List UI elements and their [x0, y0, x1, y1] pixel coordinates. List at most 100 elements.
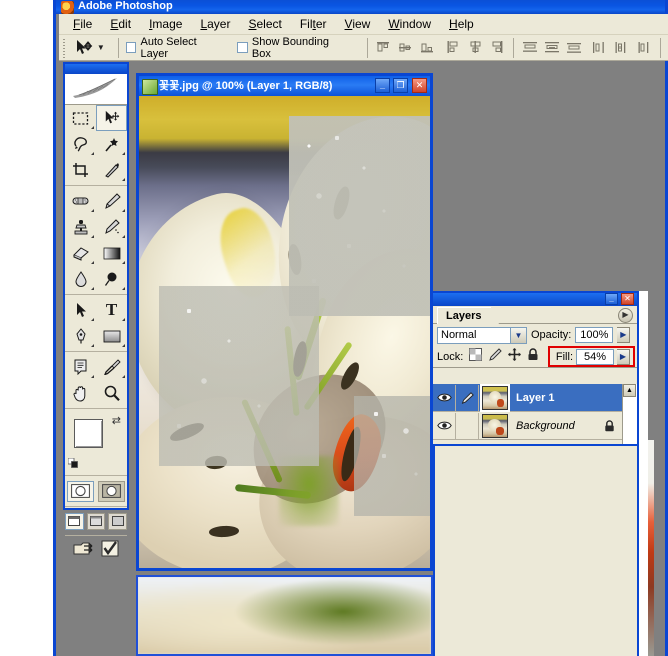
document-close-button[interactable]: ✕ — [412, 78, 427, 93]
background-document-window[interactable] — [136, 575, 433, 656]
palette-menu-icon[interactable]: ▶ — [618, 308, 633, 323]
chevron-down-icon[interactable]: ▼ — [97, 43, 105, 52]
brush-tool-button[interactable] — [96, 188, 127, 214]
layers-scrollbar[interactable]: ▲ — [622, 384, 637, 444]
full-screen-mode-button[interactable] — [108, 512, 128, 530]
distribute-left-edges-button[interactable] — [591, 40, 608, 56]
standard-mode-button[interactable] — [67, 480, 94, 502]
menu-file[interactable]: File — [64, 15, 101, 33]
fill-spinner-icon[interactable]: ▶ — [617, 348, 630, 365]
toolbox-title-bar[interactable] — [65, 64, 127, 74]
opacity-spinner-icon[interactable]: ▶ — [617, 327, 631, 343]
options-bar-grip[interactable] — [61, 36, 68, 59]
document-canvas[interactable] — [139, 96, 430, 568]
menu-layer[interactable]: Layer — [191, 15, 239, 33]
feather-logo-icon — [65, 74, 127, 105]
lock-transparent-pixels-icon[interactable] — [469, 347, 483, 366]
crop-tool-icon — [72, 163, 88, 177]
layer-name[interactable]: Layer 1 — [516, 392, 555, 404]
hand-tool-button[interactable] — [65, 380, 96, 406]
notes-tool-button[interactable] — [65, 354, 96, 380]
distribute-top-edges-button[interactable] — [521, 40, 538, 56]
layer-thumbnail[interactable] — [480, 384, 510, 412]
auto-select-layer-checkbox[interactable] — [125, 42, 137, 53]
slice-tool-button[interactable] — [96, 157, 127, 183]
photoshop-application-window: Adobe Photoshop File Edit Image Layer Se… — [53, 0, 668, 656]
show-bounding-box-checkbox-row[interactable]: Show Bounding Box — [237, 36, 348, 60]
healing-brush-tool-button[interactable] — [65, 188, 96, 214]
gradient-tool-button[interactable] — [96, 240, 127, 266]
eraser-tool-button[interactable] — [65, 240, 96, 266]
align-left-edges-button[interactable] — [445, 40, 462, 56]
blur-tool-button[interactable] — [65, 266, 96, 292]
clone-stamp-tool-button[interactable] — [65, 214, 96, 240]
layer-visibility-toggle[interactable] — [433, 384, 456, 411]
type-tool-button[interactable]: T — [96, 297, 127, 323]
quick-mask-mode-button[interactable] — [98, 480, 125, 502]
distribute-right-edges-button[interactable] — [635, 40, 652, 56]
crop-tool-button[interactable] — [65, 157, 96, 183]
distribute-bottom-edges-button[interactable] — [565, 40, 582, 56]
full-screen-with-menubar-button[interactable] — [86, 512, 106, 530]
menu-edit[interactable]: Edit — [101, 15, 140, 33]
rectangle-tool-button[interactable] — [96, 323, 127, 349]
document-maximize-button[interactable]: ❐ — [393, 78, 408, 93]
document-title-bar[interactable]: 꽃꽃.jpg @ 100% (Layer 1, RGB/8) _ ❐ ✕ — [139, 76, 430, 96]
layer-visibility-toggle[interactable] — [433, 412, 456, 439]
check-icon[interactable] — [101, 540, 120, 563]
layer-name[interactable]: Background — [516, 420, 575, 432]
fill-input[interactable]: 54% — [576, 348, 614, 365]
menu-view[interactable]: View — [336, 15, 380, 33]
align-top-edges-button[interactable] — [375, 40, 392, 56]
stamen-base-glow — [279, 456, 339, 526]
table-row[interactable]: Background — [433, 412, 637, 440]
table-row[interactable]: Layer 1 — [433, 384, 637, 412]
auto-select-layer-checkbox-row[interactable]: Auto Select Layer — [125, 36, 225, 60]
pen-tool-button[interactable] — [65, 323, 96, 349]
distribute-vertical-centers-button[interactable] — [543, 40, 560, 56]
dodge-tool-button[interactable] — [96, 266, 127, 292]
scroll-up-arrow-icon[interactable]: ▲ — [623, 384, 636, 397]
chevron-down-icon[interactable]: ▼ — [510, 327, 526, 343]
lock-position-icon[interactable] — [508, 347, 522, 366]
history-brush-tool-button[interactable] — [96, 214, 127, 240]
zoom-tool-button[interactable] — [96, 380, 127, 406]
opacity-input[interactable]: 100% — [575, 327, 614, 343]
menu-image[interactable]: Image — [140, 15, 191, 33]
path-selection-tool-button[interactable] — [65, 297, 96, 323]
align-horizontal-centers-button[interactable] — [467, 40, 484, 56]
layer-edit-indicator[interactable] — [456, 384, 479, 411]
jump-to-imageready-icon[interactable] — [73, 540, 95, 563]
default-colors-icon[interactable] — [67, 456, 79, 468]
blend-mode-select[interactable]: Normal ▼ — [437, 326, 527, 344]
lock-image-pixels-icon[interactable] — [488, 347, 503, 366]
eyedropper-tool-button[interactable] — [96, 354, 127, 380]
align-bottom-edges-button[interactable] — [419, 40, 436, 56]
standard-screen-mode-button[interactable] — [65, 512, 84, 530]
align-right-edges-button[interactable] — [489, 40, 506, 56]
layers-minimize-button[interactable]: _ — [605, 293, 618, 305]
tab-layers[interactable]: Layers — [437, 307, 501, 324]
move-tool-button[interactable] — [96, 105, 127, 131]
document-minimize-button[interactable]: _ — [375, 78, 390, 93]
lock-all-icon[interactable] — [527, 347, 539, 366]
menu-filter[interactable]: Filter — [291, 15, 336, 33]
show-bounding-box-checkbox[interactable] — [237, 42, 248, 53]
align-vertical-centers-button[interactable] — [397, 40, 414, 56]
lasso-tool-button[interactable] — [65, 131, 96, 157]
swap-colors-icon[interactable]: ⇄ — [112, 414, 121, 427]
menu-help[interactable]: Help — [440, 15, 483, 33]
menu-window[interactable]: Window — [379, 15, 440, 33]
magic-wand-tool-button[interactable] — [96, 131, 127, 157]
application-title-bar[interactable]: Adobe Photoshop — [56, 0, 665, 14]
foreground-color-swatch[interactable] — [74, 419, 103, 448]
layers-close-button[interactable]: ✕ — [621, 293, 634, 305]
distribute-horizontal-centers-button[interactable] — [613, 40, 630, 56]
active-tool-preset[interactable]: ▼ — [72, 39, 111, 57]
eyedropper-tool-icon — [103, 359, 121, 375]
layers-palette-title-bar[interactable]: _ ✕ — [433, 293, 637, 306]
marquee-tool-button[interactable] — [65, 105, 96, 131]
menu-select[interactable]: Select — [239, 15, 290, 33]
layer-link-cell[interactable] — [456, 412, 479, 439]
layer-thumbnail[interactable] — [482, 413, 508, 438]
